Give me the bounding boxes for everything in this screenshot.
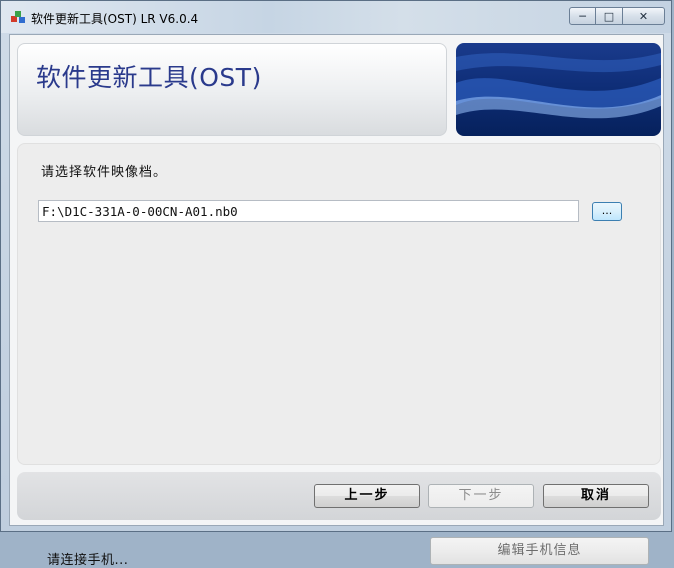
next-button[interactable]: 下一步 bbox=[428, 484, 534, 508]
wave-icon bbox=[456, 53, 661, 119]
footer-bar: 上一步 下一步 取消 bbox=[17, 472, 661, 520]
select-image-prompt: 请选择软件映像档。 bbox=[41, 165, 168, 180]
ost-window: 软件更新工具(OST) LR V6.0.4 ─ □ ✕ 软件更新工具(OST) bbox=[0, 0, 672, 568]
edit-phone-info-button[interactable]: 编辑手机信息 bbox=[430, 537, 649, 565]
header-banner: 软件更新工具(OST) bbox=[17, 43, 447, 136]
maximize-icon: □ bbox=[603, 9, 615, 23]
minimize-button[interactable]: ─ bbox=[569, 7, 596, 25]
maximize-button[interactable]: □ bbox=[596, 7, 623, 25]
previous-button[interactable]: 上一步 bbox=[314, 484, 420, 508]
banner-title: 软件更新工具(OST) bbox=[36, 63, 262, 92]
browse-button[interactable]: ... bbox=[592, 202, 622, 221]
client-area: 软件更新工具(OST) 请选择软件映像档。 ... 请连接手机... 编辑手机信… bbox=[9, 34, 664, 568]
connection-status: 请连接手机... bbox=[47, 553, 129, 568]
cancel-button[interactable]: 取消 bbox=[543, 484, 649, 508]
window-controls: ─ □ ✕ bbox=[569, 7, 665, 27]
close-button[interactable]: ✕ bbox=[623, 7, 665, 25]
close-icon: ✕ bbox=[638, 9, 649, 23]
image-path-input[interactable] bbox=[38, 200, 579, 222]
title-bar[interactable]: 软件更新工具(OST) LR V6.0.4 ─ □ ✕ bbox=[1, 1, 671, 33]
app-cubes-icon bbox=[11, 11, 25, 23]
content-panel: 请选择软件映像档。 ... 请连接手机... 编辑手机信息 bbox=[17, 143, 661, 568]
window-title: 软件更新工具(OST) LR V6.0.4 bbox=[31, 12, 199, 26]
minimize-icon: ─ bbox=[579, 9, 586, 23]
banner-wave-graphic bbox=[456, 43, 661, 136]
